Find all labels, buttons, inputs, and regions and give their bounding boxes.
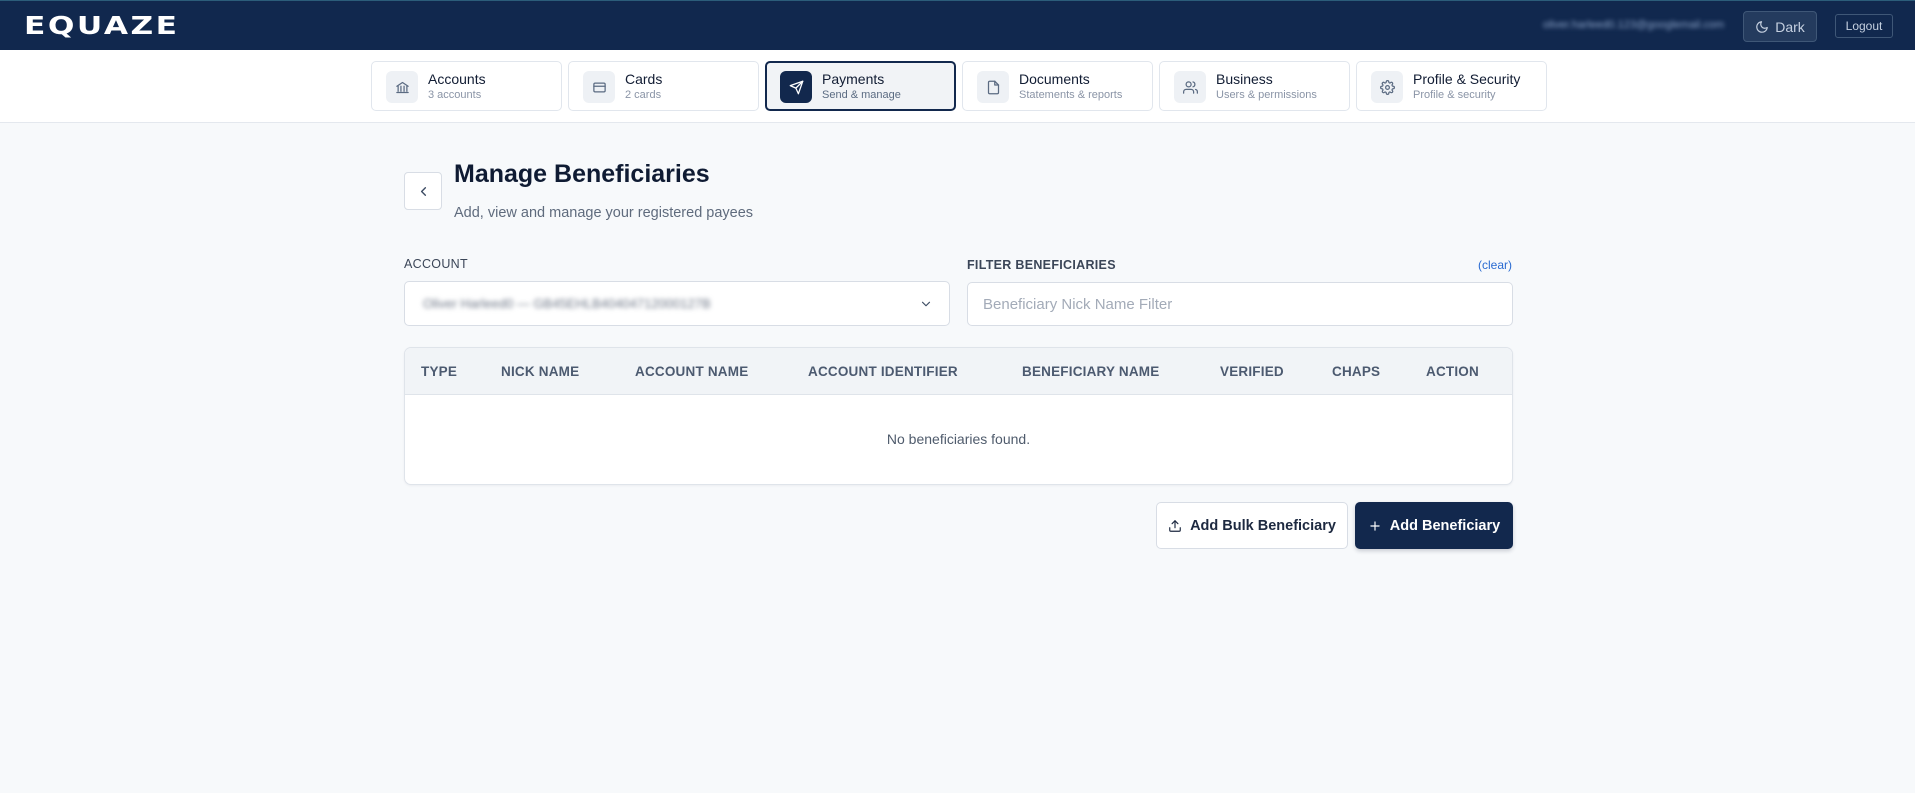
user-email: oliver.harleed0.123@googlemail.com [1543,19,1725,31]
column-header-account-identifier: ACCOUNT IDENTIFIER [808,364,958,379]
clear-filter-link[interactable]: (clear) [1478,258,1512,272]
beneficiaries-table: TYPE NICK NAME ACCOUNT NAME ACCOUNT IDEN… [404,347,1513,485]
nav-tab-accounts[interactable]: Accounts 3 accounts [371,61,562,111]
nav-tab-sub: Statements & reports [1019,89,1123,101]
column-header-verified: VERIFIED [1220,364,1284,379]
nav-tab-profile-security[interactable]: Profile & Security Profile & security [1356,61,1547,111]
nav-tab-sub: 3 accounts [428,89,482,101]
empty-state-message: No beneficiaries found. [886,431,1031,447]
nav-tab-sub: Users & permissions [1216,89,1317,101]
nav-tab-label: Business [1216,71,1273,87]
column-header-nick-name: NICK NAME [501,364,580,379]
dark-mode-button[interactable]: Dark [1743,11,1817,42]
account-select[interactable]: Oliver Harleed0 — GB45EHLB40404712000127… [404,281,950,326]
document-icon [977,71,1009,103]
nav-tab-documents[interactable]: Documents Statements & reports [962,61,1153,111]
back-button[interactable] [404,172,442,210]
column-header-chaps: CHAPS [1332,364,1381,379]
nav-tab-label: Payments [822,71,885,87]
send-icon [780,71,812,103]
column-header-beneficiary-name: BENEFICIARY NAME [1022,364,1160,379]
page-subtitle: Add, view and manage your registered pay… [454,205,754,221]
nav-tab-label: Profile & Security [1413,71,1521,87]
gear-icon [1371,71,1403,103]
users-icon [1174,71,1206,103]
page-title: Manage Beneficiaries [454,160,710,188]
column-header-action: ACTION [1426,364,1479,379]
nav-tab-payments[interactable]: Payments Send & manage [765,61,956,111]
add-bulk-beneficiary-label: Add Bulk Beneficiary [1190,517,1336,534]
upload-icon [1169,519,1181,532]
nav-tab-cards[interactable]: Cards 2 cards [568,61,759,111]
plus-icon [1370,520,1380,531]
filter-label: FILTER BENEFICIARIES [967,258,1116,272]
chevron-left-icon [420,186,426,196]
main-nav: Accounts 3 accounts Cards 2 cards Paymen… [0,50,1915,123]
account-label: ACCOUNT [404,257,468,271]
top-bar: EQUAZE oliver.harleed0.123@googlemail.co… [0,0,1915,50]
nav-tab-label: Documents [1019,71,1090,87]
nav-tab-label: Accounts [428,71,486,87]
app-logo[interactable]: EQUAZE [24,11,180,40]
table-header: TYPE NICK NAME ACCOUNT NAME ACCOUNT IDEN… [405,348,1512,395]
nav-tab-business[interactable]: Business Users & permissions [1159,61,1350,111]
column-header-account-name: ACCOUNT NAME [635,364,749,379]
add-bulk-beneficiary-button[interactable]: Add Bulk Beneficiary [1156,502,1348,549]
add-beneficiary-label: Add Beneficiary [1389,517,1501,534]
account-select-value: Oliver Harleed0 — GB45EHLB40404712000127… [423,296,711,311]
moon-icon [1756,20,1769,33]
column-header-type: TYPE [421,364,458,379]
nav-tab-label: Cards [625,71,663,87]
card-icon [583,71,615,103]
chevron-down-icon [921,301,931,307]
add-beneficiary-button[interactable]: Add Beneficiary [1355,502,1513,549]
nav-tab-sub: Send & manage [822,89,901,101]
beneficiary-filter-input[interactable] [967,282,1513,326]
logout-button[interactable]: Logout [1835,14,1893,38]
nav-tab-sub: Profile & security [1413,89,1496,101]
bank-icon [386,71,418,103]
dark-mode-label: Dark [1775,18,1805,35]
nav-tab-sub: 2 cards [625,89,662,101]
